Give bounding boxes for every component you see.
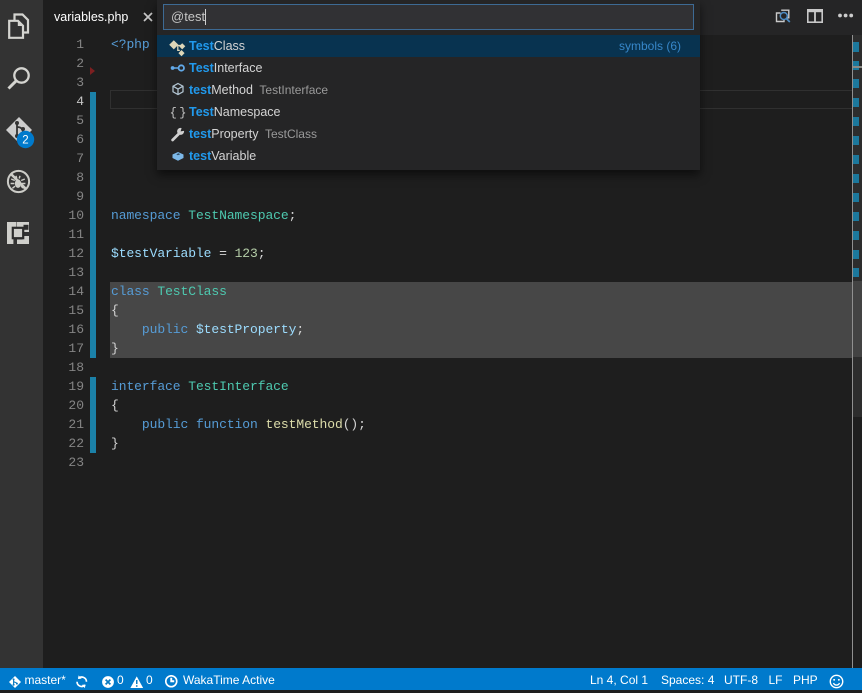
svg-text:2: 2: [22, 135, 28, 147]
svg-text:{ }: { }: [170, 106, 186, 120]
